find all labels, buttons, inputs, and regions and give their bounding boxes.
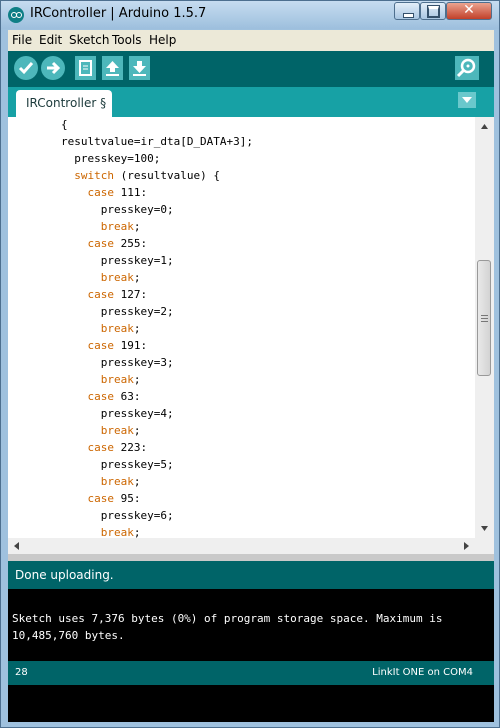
code-line: presskey=1; bbox=[100, 254, 174, 267]
code-line: break; bbox=[100, 322, 141, 335]
code-keyword: break bbox=[100, 220, 134, 233]
code-line: break; bbox=[100, 424, 141, 437]
code-line: resultvalue=ir_dta[D_DATA+3]; bbox=[60, 135, 254, 148]
tab-menu-dropdown[interactable] bbox=[458, 92, 476, 108]
status-message: Done uploading. bbox=[15, 568, 114, 582]
menu-sketch[interactable]: Sketch bbox=[69, 33, 109, 47]
scroll-down-icon[interactable] bbox=[475, 521, 494, 536]
code-line: break; bbox=[100, 271, 141, 284]
save-down-arrow-icon bbox=[133, 61, 146, 76]
code-keyword: case bbox=[87, 390, 114, 403]
code-keyword: break bbox=[100, 373, 134, 386]
code-keyword: break bbox=[100, 424, 134, 437]
code-line: presskey=4; bbox=[100, 407, 174, 420]
menu-help[interactable]: Help bbox=[149, 33, 176, 47]
toolbar bbox=[8, 51, 494, 87]
code-keyword: case bbox=[87, 237, 114, 250]
code-keyword: case bbox=[87, 492, 114, 505]
new-file-icon bbox=[79, 60, 92, 76]
line-number: 28 bbox=[15, 667, 28, 678]
menu-edit[interactable]: Edit bbox=[39, 33, 62, 47]
scroll-left-icon[interactable] bbox=[11, 540, 23, 552]
code-line: case 223: bbox=[87, 441, 148, 454]
close-icon: ✕ bbox=[463, 2, 475, 18]
arduino-logo-icon bbox=[8, 7, 24, 23]
code-keyword: case bbox=[87, 288, 114, 301]
code-line: switch (resultvalue) { bbox=[74, 169, 220, 182]
code-line: break; bbox=[100, 475, 141, 488]
code-keyword: case bbox=[87, 441, 114, 454]
code-keyword: break bbox=[100, 271, 134, 284]
board-port: LinkIt ONE on COM4 bbox=[372, 667, 473, 678]
maximize-button[interactable] bbox=[420, 2, 446, 20]
console-output: Sketch uses 7,376 bytes (0%) of program … bbox=[8, 589, 494, 661]
scroll-thumb[interactable] bbox=[477, 260, 491, 376]
vertical-scrollbar[interactable] bbox=[475, 117, 494, 538]
serial-monitor-button[interactable] bbox=[455, 56, 479, 80]
pane-divider[interactable] bbox=[8, 554, 494, 561]
console-bottom bbox=[8, 685, 494, 722]
title-bar[interactable]: IRController | Arduino 1.5.7 ✕ bbox=[1, 1, 499, 29]
code-line: { bbox=[60, 118, 68, 131]
code-line: case 127: bbox=[87, 288, 148, 301]
code-keyword: case bbox=[87, 339, 114, 352]
tab-ircontroller[interactable]: IRController § bbox=[16, 90, 112, 117]
menu-bar: File Edit Sketch Tools Help bbox=[8, 30, 494, 51]
code-line: case 111: bbox=[87, 186, 148, 199]
save-button[interactable] bbox=[129, 56, 150, 80]
verify-button[interactable] bbox=[14, 56, 38, 80]
app-window: IRController | Arduino 1.5.7 ✕ File Edit… bbox=[0, 0, 500, 728]
code-editor[interactable]: { resultvalue=ir_dta[D_DATA+3]; presskey… bbox=[8, 117, 475, 538]
code-line: break; bbox=[100, 373, 141, 386]
window-title: IRController | Arduino 1.5.7 bbox=[30, 6, 207, 21]
code-line: break; bbox=[100, 220, 141, 233]
code-line: case 95: bbox=[87, 492, 141, 505]
menu-tools[interactable]: Tools bbox=[112, 33, 142, 47]
code-keyword: break bbox=[100, 475, 134, 488]
scroll-right-icon[interactable] bbox=[460, 540, 472, 552]
menu-file[interactable]: File bbox=[12, 33, 32, 47]
code-line: presskey=2; bbox=[100, 305, 174, 318]
console-line: Sketch uses 7,376 bytes (0%) of program … bbox=[12, 612, 443, 625]
code-line: presskey=3; bbox=[100, 356, 174, 369]
scroll-corner bbox=[475, 538, 494, 554]
close-button[interactable]: ✕ bbox=[446, 2, 492, 20]
minimize-button[interactable] bbox=[394, 2, 420, 20]
console-line: 10,485,760 bytes. bbox=[12, 629, 125, 642]
checkmark-icon bbox=[18, 62, 34, 75]
status-area: Done uploading. bbox=[8, 561, 494, 589]
code-line: presskey=100; bbox=[74, 152, 161, 165]
tab-label: IRController § bbox=[26, 96, 107, 110]
new-button[interactable] bbox=[75, 56, 96, 80]
code-line: break; bbox=[100, 526, 141, 538]
tab-bar: IRController § bbox=[8, 87, 494, 117]
code-line: presskey=0; bbox=[100, 203, 174, 216]
horizontal-scrollbar[interactable] bbox=[8, 538, 475, 554]
magnifier-icon bbox=[456, 58, 476, 78]
code-keyword: break bbox=[100, 322, 134, 335]
open-button[interactable] bbox=[102, 56, 123, 80]
code-line: presskey=5; bbox=[100, 458, 174, 471]
code-keyword: switch bbox=[74, 169, 114, 182]
code-line: case 63: bbox=[87, 390, 141, 403]
code-keyword: case bbox=[87, 186, 114, 199]
status-footer: 28 LinkIt ONE on COM4 bbox=[8, 661, 494, 685]
scroll-up-icon[interactable] bbox=[475, 119, 494, 134]
code-keyword: break bbox=[100, 526, 134, 538]
arrow-right-icon bbox=[47, 61, 61, 75]
upload-button[interactable] bbox=[41, 56, 65, 80]
code-line: presskey=6; bbox=[100, 509, 174, 522]
code-line: case 255: bbox=[87, 237, 148, 250]
code-line: case 191: bbox=[87, 339, 148, 352]
open-up-arrow-icon bbox=[106, 61, 119, 76]
